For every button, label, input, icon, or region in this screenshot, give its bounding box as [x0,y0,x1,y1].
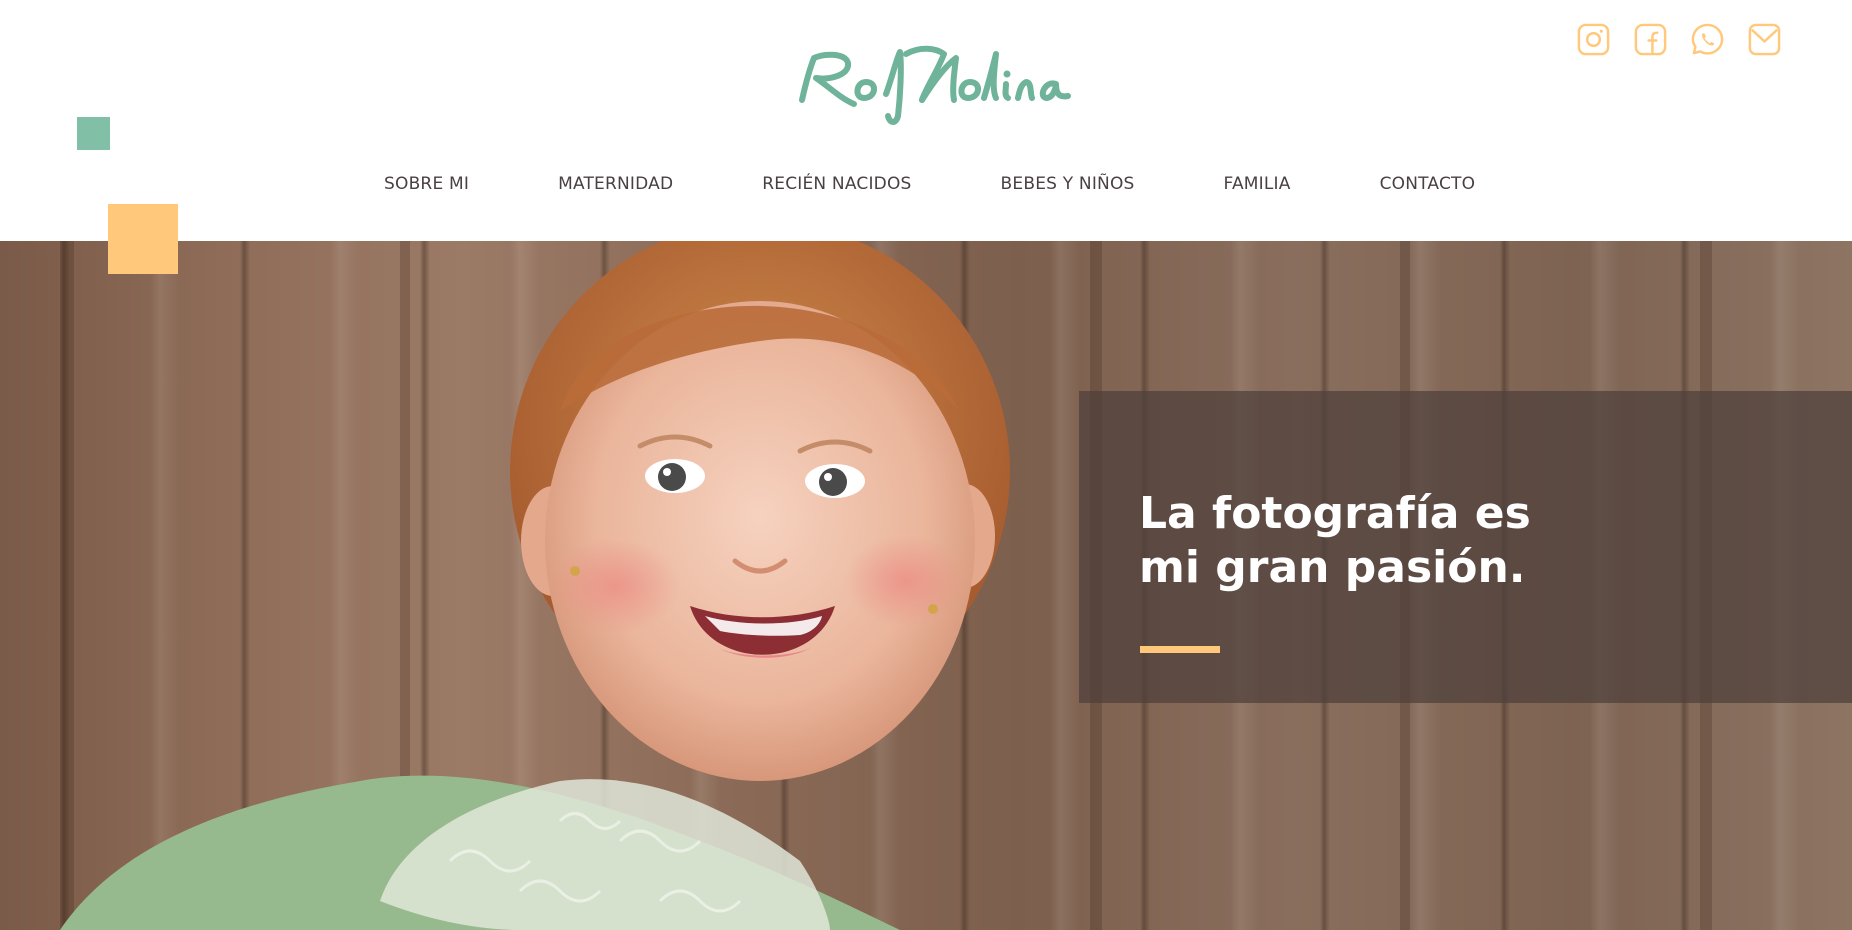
whatsapp-link[interactable] [1690,22,1725,57]
page: SOBRE MI MATERNIDAD RECIÉN NACIDOS BEBES… [0,0,1852,930]
facebook-link[interactable] [1633,22,1668,57]
hero-banner: La fotografía es mi gran pasión. [0,241,1852,930]
nav-item-recien-nacidos[interactable]: RECIÉN NACIDOS [762,174,911,194]
decorative-yellow-square [108,204,178,274]
hero-headline: La fotografía es mi gran pasión. [1139,487,1659,595]
main-nav: SOBRE MI MATERNIDAD RECIÉN NACIDOS BEBES… [384,174,1475,194]
nav-item-bebes-y-ninos[interactable]: BEBES Y NIÑOS [1001,174,1135,194]
social-links [1576,22,1782,57]
hero-accent-line [1140,646,1220,653]
hero-headline-line-2: mi gran pasión. [1139,542,1526,593]
decorative-green-square [77,117,110,150]
nav-item-sobre-mi[interactable]: SOBRE MI [384,174,469,194]
mail-icon [1748,23,1781,56]
site-header: SOBRE MI MATERNIDAD RECIÉN NACIDOS BEBES… [0,0,1852,241]
logo-script-icon [799,45,1071,125]
instagram-link[interactable] [1576,22,1611,57]
whatsapp-icon [1691,23,1724,55]
nav-item-contacto[interactable]: CONTACTO [1380,174,1476,194]
facebook-icon [1634,23,1667,56]
nav-item-maternidad[interactable]: MATERNIDAD [558,174,673,194]
mail-link[interactable] [1747,22,1782,57]
hero-headline-line-1: La fotografía es [1139,488,1531,539]
nav-item-familia[interactable]: FAMILIA [1224,174,1291,194]
hero-text-overlay: La fotografía es mi gran pasión. [1079,391,1852,703]
instagram-icon [1577,23,1610,56]
site-logo[interactable] [788,38,1076,128]
